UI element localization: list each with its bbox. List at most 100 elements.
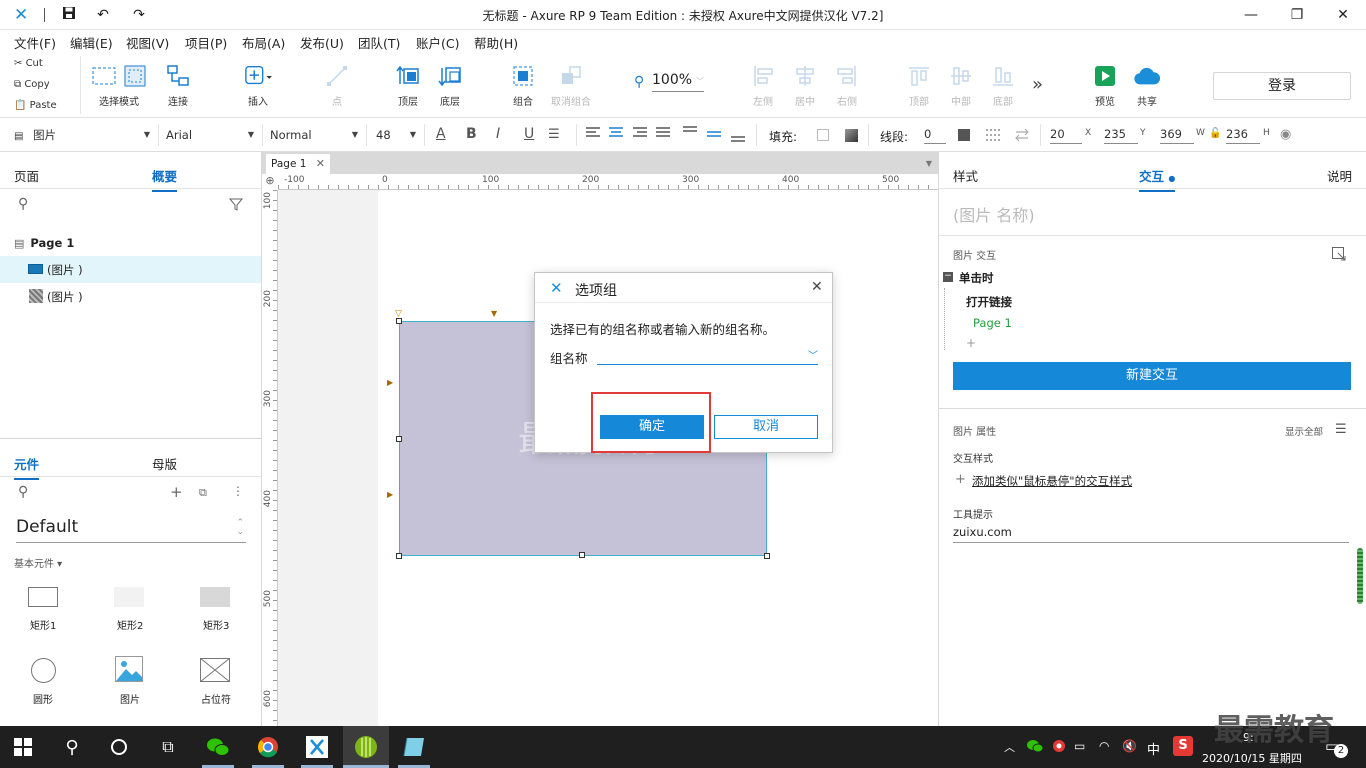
shadow-swatch[interactable] [845,129,858,142]
dialog-close-icon[interactable]: ✕ [811,279,823,295]
menu-view[interactable]: 视图(V) [126,33,169,52]
add-action-icon[interactable]: + [966,336,976,350]
align-bottom-button[interactable]: 底部 [973,62,1033,108]
tab-notes[interactable]: 说明 [1327,166,1352,185]
task-view-icon[interactable]: ⧉ [155,734,181,760]
tab-widgets[interactable]: 元件 [14,454,40,480]
font-color-icon[interactable]: A [436,126,446,142]
menu-icon[interactable]: ☰ [1335,422,1347,437]
menu-edit[interactable]: 编辑(E) [70,33,113,52]
tray-expand-icon[interactable]: ︿ [1004,739,1015,755]
menu-team[interactable]: 团队(T) [358,33,400,52]
menu-file[interactable]: 文件(F) [14,33,56,52]
rectangle1-widget[interactable] [28,587,58,607]
new-interaction-button[interactable]: 新建交互 [953,362,1351,390]
height-input[interactable]: 236 [1226,126,1260,144]
menu-project[interactable]: 项目(P) [185,33,227,52]
link-target[interactable]: Page 1 [973,316,1012,330]
volume-muted-icon[interactable]: 🔇 [1122,739,1137,753]
font-weight-select[interactable]: Normal ▼ [270,125,358,145]
ok-button[interactable]: 确定 [600,415,704,439]
corner-radius-handle-icon[interactable]: ▼ [491,309,497,318]
action-open-link[interactable]: 打开链接 [966,294,1012,310]
underline-icon[interactable]: U [524,126,534,142]
widget-search-icon[interactable]: ⚲ [18,484,28,500]
rectangle3-widget[interactable] [200,587,230,607]
show-all-link[interactable]: 显示全部 [1285,424,1323,438]
resize-handle[interactable] [579,552,585,558]
outline-page-row[interactable]: ▤ Page 1 [14,236,74,250]
circle-widget[interactable] [31,658,56,683]
menu-publish[interactable]: 发布(U) [300,33,344,52]
arrow-style-icon[interactable] [1014,128,1030,145]
rotate-handle-icon[interactable]: ▽ [395,309,402,319]
cancel-button[interactable]: 取消 [714,415,818,439]
filter-icon[interactable] [228,198,244,214]
select-mode-button[interactable]: 选择模式 [89,62,149,108]
library-icon[interactable]: ⧉ [199,486,207,500]
resize-handle[interactable] [396,553,402,559]
add-hover-style-link[interactable]: 添加类似"鼠标悬停"的交互样式 [972,473,1132,489]
add-library-icon[interactable]: + [170,483,183,501]
widget-name-input[interactable]: (图片 名称) [953,202,1035,226]
eye-icon[interactable]: ◉ [1280,127,1291,142]
windows-start-icon[interactable] [10,734,36,760]
menu-layout[interactable]: 布局(A) [242,33,285,52]
group-name-input[interactable]: ﹀ [597,347,818,365]
redo-icon[interactable]: ↷ [130,6,148,24]
library-select[interactable]: Default ⌃ ⌄ [16,517,246,543]
widget-category[interactable]: 基本元件 ▾ [14,555,62,570]
paste-button[interactable]: 📋 Paste [14,100,57,111]
menu-help[interactable]: 帮助(H) [474,33,518,52]
point-button[interactable]: 点 [307,62,367,108]
stroke-pattern-icon[interactable] [986,128,1002,145]
tab-interactions[interactable]: 交互 ● [1139,166,1176,192]
resize-handle[interactable] [396,436,402,442]
y-input[interactable]: 369 [1160,126,1194,144]
search-icon[interactable]: ⚲ [59,734,85,760]
text-align-center-icon[interactable] [609,127,623,142]
text-align-left-icon[interactable] [586,127,600,142]
outline-item[interactable]: (图片 ) [0,283,261,310]
notes-app-icon[interactable] [401,734,427,760]
share-button[interactable]: 共享 [1117,62,1177,108]
wechat-icon[interactable] [205,734,231,760]
menu-account[interactable]: 账户(C) [416,33,459,52]
login-button[interactable]: 登录 [1213,72,1351,100]
chrome-icon[interactable] [255,734,281,760]
chevron-down-icon[interactable]: ﹀ [808,347,818,362]
tray-wechat-icon[interactable] [1026,739,1044,756]
align-right-button[interactable]: 右侧 [817,62,877,108]
copy-button[interactable]: ⧉ Copy [14,79,50,90]
fill-color-swatch[interactable] [817,129,829,141]
text-align-right-icon[interactable] [633,127,647,142]
minimize-button[interactable]: — [1228,4,1274,26]
stroke-width-input[interactable]: 0 [924,126,946,144]
search-icon[interactable]: ⚲ [18,196,28,212]
collapse-icon[interactable]: − [943,272,953,282]
font-size-select[interactable]: 48 ▼ [376,125,416,145]
interaction-editor-icon[interactable] [1332,247,1346,264]
cut-button[interactable]: ✂ Cut [14,58,43,69]
sogou-ime-icon[interactable]: S [1173,736,1193,756]
valign-bottom-icon[interactable] [730,125,746,146]
zoom-select[interactable]: 100% ﹀ [652,72,704,92]
bold-icon[interactable]: B [466,126,477,142]
italic-icon[interactable]: I [496,126,500,142]
event-onclick[interactable]: 单击时 [959,270,994,286]
tooltip-input[interactable]: zuixu.com [953,525,1349,543]
maximize-button[interactable]: ❐ [1274,4,1320,26]
undo-icon[interactable]: ↶ [94,6,112,24]
text-justify-icon[interactable] [656,127,670,142]
zoom-control[interactable]: ⚲ [634,74,644,90]
lock-icon[interactable]: 🔓 [1209,128,1221,139]
battery-icon[interactable]: ▭ [1074,739,1085,753]
bamboo-app-icon[interactable] [353,734,379,760]
x-input[interactable]: 235 [1104,126,1138,144]
insert-button[interactable]: 插入 [228,62,288,108]
image-widget[interactable] [115,656,143,685]
close-button[interactable]: ✕ [1320,4,1366,26]
tab-masters[interactable]: 母版 [152,454,177,473]
placeholder-widget[interactable] [199,657,231,685]
tab-pages[interactable]: 页面 [14,166,39,185]
